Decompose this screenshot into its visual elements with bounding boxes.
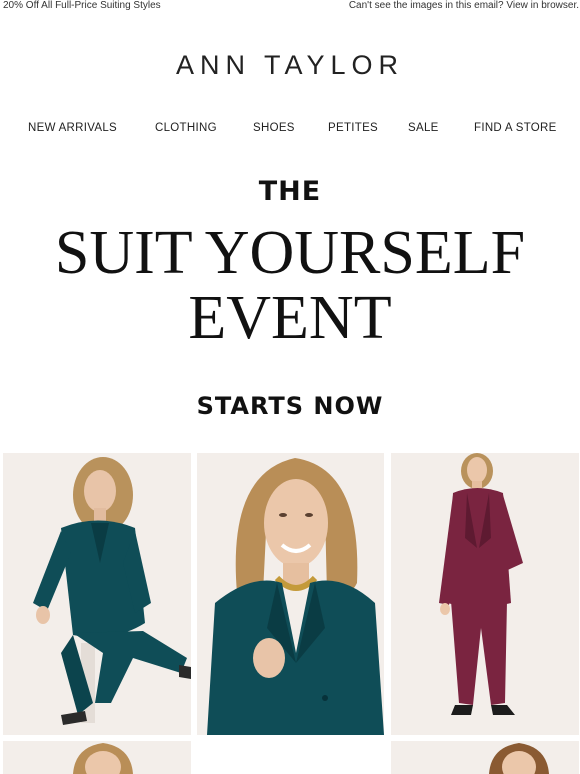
nav-item-sale[interactable]: SALE	[408, 122, 439, 134]
hero-headline-line1: SUIT YOURSELF	[54, 219, 526, 287]
main-nav: NEW ARRIVALS CLOTHING SHOES PETITES SALE…	[0, 122, 580, 138]
preheader-bar: 20% Off All Full-Price Suiting Styles Ca…	[0, 0, 580, 12]
view-in-browser-link[interactable]: Can't see the images in this email? View…	[349, 0, 579, 12]
hero-headline-line2: EVENT	[188, 284, 392, 352]
nav-item-petites[interactable]: PETITES	[328, 122, 378, 134]
model-standing-burgundy-suit-image[interactable]	[391, 453, 579, 735]
blank-image-tile	[197, 741, 384, 774]
preheader-offer-text: 20% Off All Full-Price Suiting Styles	[3, 0, 161, 11]
model-partial-image[interactable]	[3, 741, 191, 774]
hero-kicker: THE	[258, 176, 322, 207]
model-partial-image[interactable]	[391, 741, 579, 774]
model-seated-teal-suit-image[interactable]	[3, 453, 191, 735]
nav-item-shoes[interactable]: SHOES	[253, 122, 295, 134]
brand-logo[interactable]: ANN TAYLOR	[0, 50, 580, 81]
nav-item-clothing[interactable]: CLOTHING	[155, 122, 217, 134]
nav-item-find-a-store[interactable]: FIND A STORE	[474, 122, 557, 134]
hero-subhead: STARTS NOW	[196, 392, 384, 420]
model-closeup-teal-suit-image[interactable]	[197, 453, 384, 735]
nav-item-new-arrivals[interactable]: NEW ARRIVALS	[28, 122, 117, 134]
